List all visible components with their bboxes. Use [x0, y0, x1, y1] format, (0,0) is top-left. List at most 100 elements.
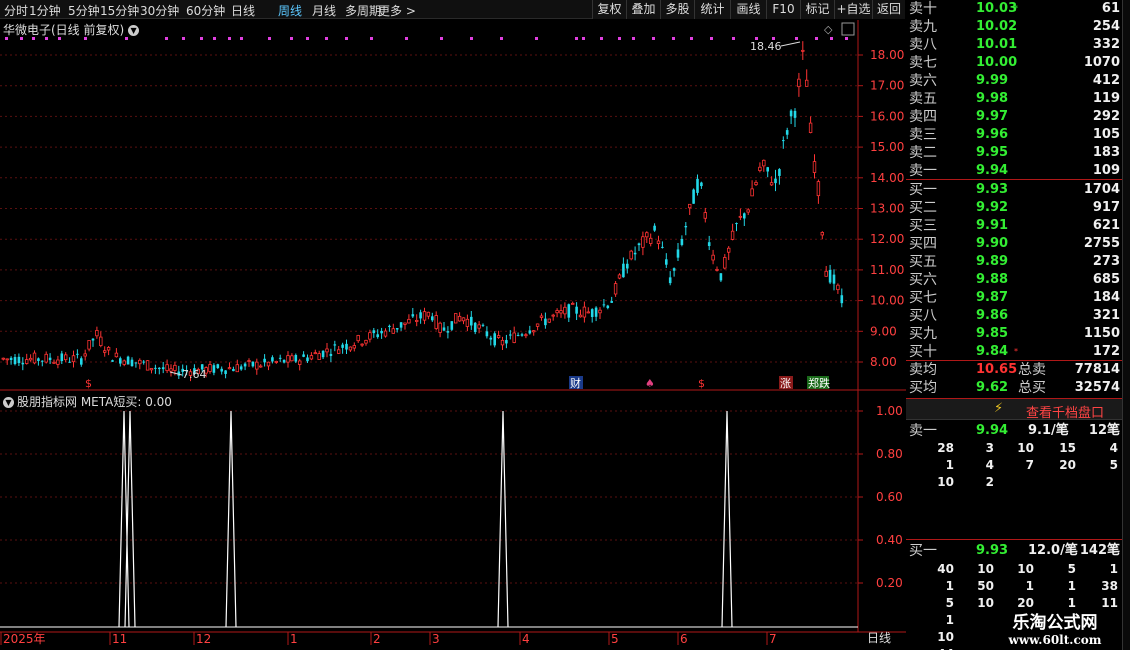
- chart-canvas[interactable]: 18.0017.0016.0015.0014.0013.0012.0011.00…: [0, 0, 906, 650]
- candle-body-up: [266, 361, 271, 367]
- side-strip: [1122, 0, 1130, 650]
- signal-dot: [845, 37, 848, 40]
- event-marker[interactable]: $: [698, 377, 705, 390]
- candle-body-down: [633, 252, 637, 255]
- candle-body-up: [149, 368, 154, 371]
- candle-body-down: [626, 263, 629, 269]
- candle-body-down: [161, 367, 165, 370]
- price-tick-label: 9.00: [870, 324, 897, 338]
- signal-dot: [600, 37, 603, 40]
- candle-body-up: [364, 339, 368, 344]
- candle-body-up: [165, 364, 169, 372]
- sell1-per-order: 9.1/笔: [1028, 423, 1069, 438]
- candle-body-up: [1, 357, 5, 360]
- bid-level[interactable]: 买九 9.85 1150: [906, 325, 1122, 343]
- ask-level[interactable]: 卖十 10.03 * 61: [906, 0, 1122, 18]
- view-depth-button[interactable]: ⚡ 查看千档盘口: [906, 398, 1122, 421]
- date-tick-label: 4: [522, 632, 530, 646]
- bid-level[interactable]: 买一 9.93 1704: [906, 181, 1122, 199]
- candle-body-up: [656, 240, 661, 244]
- ask-level[interactable]: 卖九 10.02 254: [906, 18, 1122, 36]
- buy1-count: 142笔: [1079, 543, 1120, 558]
- event-marker[interactable]: 郑跌: [808, 376, 830, 390]
- candle-body-down: [13, 357, 17, 365]
- view-depth-label: 查看千档盘口: [1026, 406, 1105, 421]
- bid-level[interactable]: 买六 9.88 685: [906, 271, 1122, 289]
- level-label: 卖八: [909, 37, 937, 53]
- candle-body-up: [629, 250, 633, 260]
- candle-body-up: [477, 324, 481, 329]
- candle-body-up: [286, 355, 290, 363]
- date-tick-label: 11: [112, 632, 127, 646]
- candle-body-down: [388, 325, 391, 328]
- level-label: 卖一: [909, 163, 937, 179]
- ask-level[interactable]: 卖三 9.96 105: [906, 126, 1122, 144]
- candle-body-down: [793, 110, 797, 118]
- bid-level[interactable]: 买四 9.90 2755: [906, 235, 1122, 253]
- event-marker[interactable]: ♠: [645, 377, 655, 390]
- ask-level[interactable]: 卖一 9.94 109: [906, 162, 1122, 180]
- candle-body-up: [325, 348, 329, 353]
- candle-body-down: [17, 356, 21, 364]
- candle-body-down: [37, 358, 40, 361]
- candle-body-down: [341, 344, 344, 348]
- ask-level[interactable]: 卖二 9.95 183: [906, 144, 1122, 162]
- level-volume: 119: [1092, 91, 1120, 106]
- level-price: 9.93: [976, 182, 1009, 197]
- level-label: 卖三: [909, 127, 937, 143]
- sell1-price: 9.94: [976, 423, 1009, 438]
- bid-level[interactable]: 买二 9.92 917: [906, 199, 1122, 217]
- candle-body-down: [676, 249, 680, 258]
- ask-level[interactable]: 卖五 9.98 119: [906, 90, 1122, 108]
- tick-order-size: 28: [937, 441, 954, 455]
- diamond-icon[interactable]: ◇: [824, 23, 833, 36]
- candle-body-down: [774, 178, 777, 184]
- level-volume: 1150: [1083, 326, 1120, 341]
- tick-order-size: 3: [985, 441, 994, 455]
- level-price: 10.02: [976, 19, 1018, 34]
- signal-dot: [710, 37, 713, 40]
- event-marker[interactable]: 涨: [780, 377, 791, 390]
- candle-body-up: [227, 367, 232, 370]
- ask-level[interactable]: 卖六 9.99 412: [906, 72, 1122, 90]
- candle-body-up: [403, 322, 407, 325]
- date-tick-label: 12: [196, 632, 211, 646]
- candle-body-down: [134, 362, 138, 364]
- candle-body-down: [126, 356, 130, 365]
- level-mark-icon: *: [1014, 4, 1018, 13]
- ask-level[interactable]: 卖七 10.00 1070: [906, 54, 1122, 72]
- candle-body-up: [32, 352, 37, 364]
- signal-dot: [732, 37, 735, 40]
- bid-level[interactable]: 买八 9.86 321: [906, 307, 1122, 325]
- candle-body-down: [345, 343, 348, 350]
- ask-level[interactable]: 卖四 9.97 292: [906, 108, 1122, 126]
- level-volume: 412: [1092, 73, 1120, 88]
- candle-body-up: [723, 257, 727, 269]
- candle-body-up: [578, 314, 583, 318]
- event-marker[interactable]: $: [85, 377, 92, 390]
- level-price: 9.89: [976, 254, 1009, 269]
- bid-level[interactable]: 买三 9.91 621: [906, 217, 1122, 235]
- candle-body-down: [735, 223, 738, 225]
- dropdown-icon[interactable]: ▼: [128, 25, 140, 36]
- signal-dot: [306, 37, 309, 40]
- candle-body-down: [544, 318, 547, 326]
- avg-buy-price: 9.62: [976, 380, 1009, 395]
- signal-dot: [440, 37, 443, 40]
- dropdown-icon[interactable]: ▼: [3, 397, 14, 408]
- candle-body-up: [434, 315, 438, 329]
- candle-body-down: [419, 312, 422, 319]
- candle-body-down: [442, 327, 446, 331]
- signal-dot: [470, 37, 473, 40]
- candle-body-up: [290, 355, 294, 362]
- candle-body-down: [610, 301, 613, 303]
- bid-level[interactable]: 买五 9.89 273: [906, 253, 1122, 271]
- bid-level[interactable]: 买七 9.87 184: [906, 289, 1122, 307]
- ask-level[interactable]: 卖八 10.01 332: [906, 36, 1122, 54]
- candle-body-up: [824, 270, 828, 277]
- candle-body-down: [594, 307, 598, 317]
- tick-order-size: 38: [1101, 579, 1118, 593]
- candle-body-down: [661, 246, 664, 248]
- event-marker[interactable]: 财: [570, 376, 581, 390]
- bid-level[interactable]: 买十 9.84 * 172: [906, 343, 1122, 361]
